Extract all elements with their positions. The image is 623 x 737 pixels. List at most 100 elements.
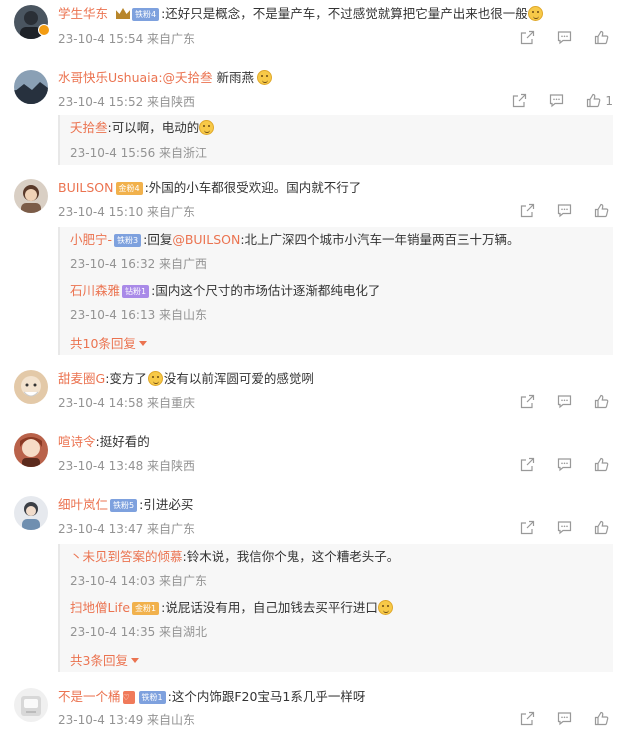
- comment-meta: 23-10-4 14:58 来自重庆: [58, 396, 196, 410]
- share-button[interactable]: [520, 30, 535, 45]
- reply-text: :可以啊，电动的: [107, 120, 200, 135]
- thumb-up-icon: [594, 711, 609, 726]
- comment-icon: [557, 521, 572, 535]
- share-button[interactable]: [512, 93, 527, 108]
- comment-meta: 23-10-4 13:47 来自广东: [58, 522, 196, 536]
- verified-badge: [38, 24, 50, 36]
- comment-icon: [550, 94, 564, 108]
- avatar[interactable]: [14, 688, 48, 722]
- like-button[interactable]: [594, 203, 613, 218]
- username[interactable]: 扫地僧Life: [70, 600, 130, 615]
- avatar[interactable]: [14, 496, 48, 530]
- thumb-up-icon: [594, 30, 609, 45]
- comment-text: 没有以前浑圆可爱的感觉咧: [163, 371, 314, 386]
- username[interactable]: 细叶岚仁: [58, 497, 108, 512]
- reply-meta: 23-10-4 15:56 来自浙江: [70, 146, 208, 160]
- username[interactable]: 水哥快乐Ushuaia: [58, 70, 158, 85]
- fan-badge: ♡: [122, 691, 135, 704]
- thumb-up-icon: [594, 394, 609, 409]
- fan-badge: 金粉1: [132, 602, 160, 615]
- comment-meta: 23-10-4 13:48 来自陕西: [58, 459, 196, 473]
- username[interactable]: BUILSON: [58, 180, 114, 195]
- share-icon: [513, 93, 527, 108]
- username[interactable]: 小肥宁-: [70, 232, 112, 247]
- share-icon: [520, 520, 535, 535]
- comment-button[interactable]: [557, 520, 572, 535]
- username[interactable]: 夭拾叁: [70, 120, 108, 135]
- fan-badge: 铁粉1: [138, 691, 166, 704]
- username[interactable]: 丶未见到答案的倾慕: [70, 549, 183, 564]
- like-button[interactable]: [594, 457, 613, 472]
- share-button[interactable]: [520, 394, 535, 409]
- comment-button[interactable]: [549, 93, 564, 108]
- comment-meta: 23-10-4 15:54 来自广东: [58, 32, 196, 46]
- reply-text: :北上广深四个城市小汽车一年销量两百三十万辆。: [240, 232, 520, 247]
- reply-meta: 23-10-4 16:13 来自山东: [70, 308, 208, 322]
- comment-meta: 23-10-4 15:10 来自广东: [58, 205, 196, 219]
- fan-badge: 金粉4: [115, 182, 143, 195]
- surprised-emoji-icon: [199, 120, 215, 135]
- comment-icon: [557, 31, 572, 45]
- caret-down-icon: [138, 341, 147, 346]
- comment-text: :引进必买: [139, 497, 194, 512]
- username[interactable]: 石川森雅: [70, 283, 120, 298]
- comment-button[interactable]: [557, 457, 572, 472]
- like-button[interactable]: [594, 711, 613, 726]
- share-button[interactable]: [520, 457, 535, 472]
- username[interactable]: 喧诗令: [58, 434, 96, 449]
- username[interactable]: 不是一个桶: [58, 689, 121, 704]
- thumb-up-icon: [587, 93, 601, 108]
- reply-text: :铃木说，我信你个鬼，这个糟老头子。: [182, 549, 400, 564]
- username[interactable]: 学生华东: [58, 6, 108, 21]
- avatar[interactable]: [14, 370, 48, 404]
- like-button[interactable]: [594, 30, 613, 45]
- reply-list: 小肥宁- 铁粉3:回复@BUILSON:北上广深四个城市小汽车一年销量两百三十万辆…: [58, 227, 613, 355]
- comment-button[interactable]: [557, 711, 572, 726]
- comment-meta: 23-10-4 13:49 来自山东: [58, 713, 196, 727]
- fan-badge: 铁粉5: [110, 499, 138, 512]
- reply-item: 丶未见到答案的倾慕:铃木说，我信你个鬼，这个糟老头子。: [70, 548, 399, 566]
- reply-item: 扫地僧Life 金粉1:说屁话没有用，自己加钱去买平行进口: [70, 599, 393, 617]
- like-button[interactable]: [594, 520, 613, 535]
- thumb-up-icon: [594, 457, 609, 472]
- fan-badge: 钻粉1: [122, 285, 150, 298]
- comment-button[interactable]: [557, 203, 572, 218]
- comment-button[interactable]: [557, 30, 572, 45]
- comment-text: :挺好看的: [95, 434, 150, 449]
- like-button[interactable]: [594, 394, 613, 409]
- reply-item: 夭拾叁:可以啊，电动的: [70, 119, 215, 137]
- share-icon: [520, 711, 535, 726]
- reply-meta: 23-10-4 14:03 来自广东: [70, 574, 208, 588]
- share-icon: [520, 203, 535, 218]
- crown-icon: [116, 8, 130, 19]
- reply-item: 小肥宁- 铁粉3:回复@BUILSON:北上广深四个城市小汽车一年销量两百三十万辆…: [70, 231, 520, 249]
- mention-link[interactable]: :@夭拾叁: [158, 70, 212, 85]
- thumb-up-icon: [594, 203, 609, 218]
- avatar[interactable]: [14, 433, 48, 467]
- comment-icon: [557, 395, 572, 409]
- fan-badge: 铁粉4: [132, 8, 160, 21]
- avatar[interactable]: [14, 70, 48, 104]
- fan-badge: 铁粉3: [114, 234, 142, 247]
- reply-text: :国内这个尺寸的市场估计逐渐都纯电化了: [151, 283, 381, 298]
- username[interactable]: 甜麦圈G: [58, 371, 105, 386]
- share-button[interactable]: [520, 520, 535, 535]
- comment-button[interactable]: [557, 394, 572, 409]
- more-replies-link[interactable]: 共3条回复: [70, 650, 139, 669]
- mention-link[interactable]: @BUILSON: [172, 232, 240, 247]
- like-button[interactable]: 1: [586, 93, 613, 108]
- avatar[interactable]: [14, 179, 48, 213]
- comment-text: 新雨燕: [212, 70, 255, 85]
- comment-icon: [557, 458, 572, 472]
- like-count: 1: [605, 93, 613, 108]
- reply-list: 夭拾叁:可以啊，电动的 23-10-4 15:56 来自浙江: [58, 115, 613, 165]
- reply-text: :回复: [143, 232, 173, 247]
- share-icon: [520, 457, 535, 472]
- share-button[interactable]: [520, 203, 535, 218]
- more-replies-link[interactable]: 共10条回复: [70, 333, 147, 352]
- comment-text: :变方了: [105, 371, 147, 386]
- share-button[interactable]: [520, 711, 535, 726]
- reply-meta: 23-10-4 16:32 来自广西: [70, 257, 208, 271]
- laugh-emoji-icon: [527, 6, 543, 21]
- reply-item: 石川森雅 钻粉1:国内这个尺寸的市场估计逐渐都纯电化了: [70, 282, 380, 300]
